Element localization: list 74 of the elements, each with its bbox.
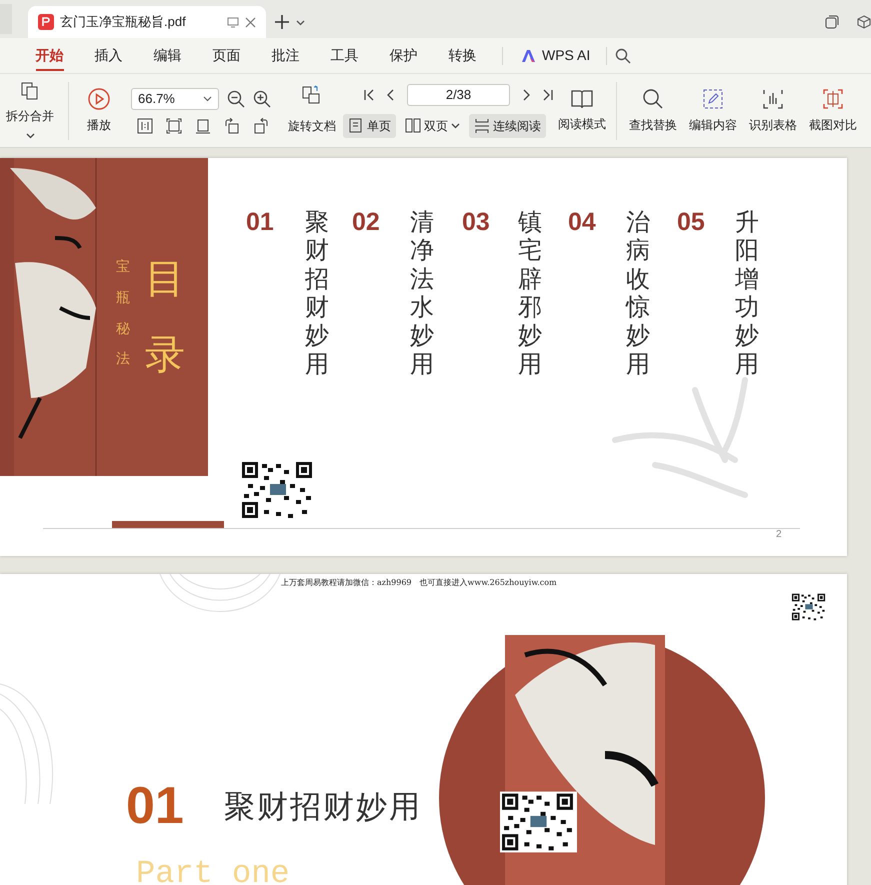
toolbar-button[interactable]: 查找替换 (627, 88, 679, 134)
contents-subheading: 宝瓶秘法 (116, 258, 130, 370)
fit-width-icon[interactable] (195, 118, 211, 134)
section-number: 03 (462, 210, 490, 235)
section-title: 聚财招财妙用 (224, 792, 422, 823)
section-number: 04 (568, 210, 596, 235)
add-tab-icon[interactable] (274, 14, 290, 30)
chevron-down-icon (451, 121, 460, 130)
view-mode-button[interactable]: 连续阅读 (469, 114, 546, 138)
ai-logo-icon (521, 48, 537, 62)
view-mode-button[interactable]: 单页 (343, 114, 396, 138)
single-page-icon (348, 118, 364, 134)
continuous-scroll-icon (474, 118, 490, 134)
cube-icon[interactable] (857, 15, 871, 29)
two-page-icon (405, 118, 421, 134)
screenshot-compare-icon (822, 88, 844, 110)
search-icon[interactable] (615, 48, 632, 64)
play-icon (88, 88, 110, 110)
ribbon-tab[interactable]: 页面 (197, 38, 256, 74)
qr-code-icon (500, 791, 577, 853)
ribbon-tab[interactable]: 批注 (256, 38, 315, 74)
section-title: 清净法水妙用 (410, 208, 434, 378)
window-restore-icon[interactable] (825, 15, 839, 29)
section-title: 镇宅辟邪妙用 (518, 208, 542, 378)
section-title: 治病收惊妙用 (626, 208, 650, 378)
search-icon (642, 88, 664, 110)
rotate-document-button[interactable]: 旋转文档 (287, 116, 337, 134)
toolbar-button[interactable]: 编辑内容 (687, 88, 739, 134)
section-number: 05 (677, 210, 705, 235)
chevron-down-icon[interactable] (296, 18, 305, 26)
monitor-icon[interactable] (227, 16, 239, 28)
last-page-icon[interactable] (542, 88, 554, 100)
header-note: 上万套周易教程请加微信：azh9969 也可直接进入www.265zhouyiw.com (281, 577, 557, 589)
ribbon-tab[interactable]: 工具 (315, 38, 374, 74)
toolbar-button[interactable]: 截图对比 (807, 88, 859, 134)
reading-mode-button[interactable]: 阅读模式 (558, 88, 606, 132)
fit-page-icon[interactable] (166, 118, 182, 134)
ribbon-tab[interactable]: 插入 (79, 38, 138, 74)
ribbon-tab[interactable]: 编辑 (138, 38, 197, 74)
play-button[interactable]: 播放 (75, 88, 123, 134)
section-number: 02 (352, 210, 380, 235)
document-tab[interactable]: 玄门玉净宝瓶秘旨.pdf (28, 6, 266, 38)
section-number: 01 (246, 210, 274, 235)
view-mode-button[interactable]: 双页 (400, 114, 465, 138)
section-number: 01 (126, 780, 184, 832)
toolbar-button[interactable]: 识别表格 (747, 88, 799, 134)
first-page-icon[interactable] (363, 88, 375, 100)
page-number-field[interactable]: 2/38 (407, 84, 510, 106)
ribbon-tab[interactable]: 开始 (20, 38, 79, 74)
section-title: 聚财招财妙用 (305, 208, 329, 378)
wps-ai-tab[interactable]: WPS AI (513, 45, 598, 66)
book-icon (571, 88, 593, 108)
section-subtitle: Part one (136, 858, 290, 885)
tab-title: 玄门玉净宝瓶秘旨.pdf (60, 13, 187, 32)
edit-icon (702, 88, 724, 110)
close-icon[interactable] (245, 16, 256, 28)
section-title: 升阳增功妙用 (735, 208, 759, 378)
chevron-down-icon (26, 131, 34, 140)
contents-heading: 目录 (145, 255, 185, 380)
split-merge-button[interactable]: 拆分合并 (0, 81, 62, 140)
actual-size-icon[interactable] (137, 118, 153, 134)
rotate-right-icon[interactable] (253, 118, 269, 134)
chart-scan-icon (762, 88, 784, 110)
rotate-left-icon[interactable] (224, 118, 240, 134)
zoom-in-icon[interactable] (253, 90, 271, 108)
ribbon-tab[interactable]: 转换 (433, 38, 492, 74)
rotate-document-icon[interactable] (301, 84, 321, 104)
zoom-dropdown[interactable]: 66.7% (131, 88, 219, 110)
pdf-icon (38, 14, 54, 30)
chevron-down-icon (203, 94, 212, 103)
zoom-out-icon[interactable] (227, 90, 245, 108)
split-merge-icon (20, 81, 40, 101)
ribbon-tab[interactable]: 保护 (374, 38, 433, 74)
page-number: 2 (776, 528, 782, 542)
